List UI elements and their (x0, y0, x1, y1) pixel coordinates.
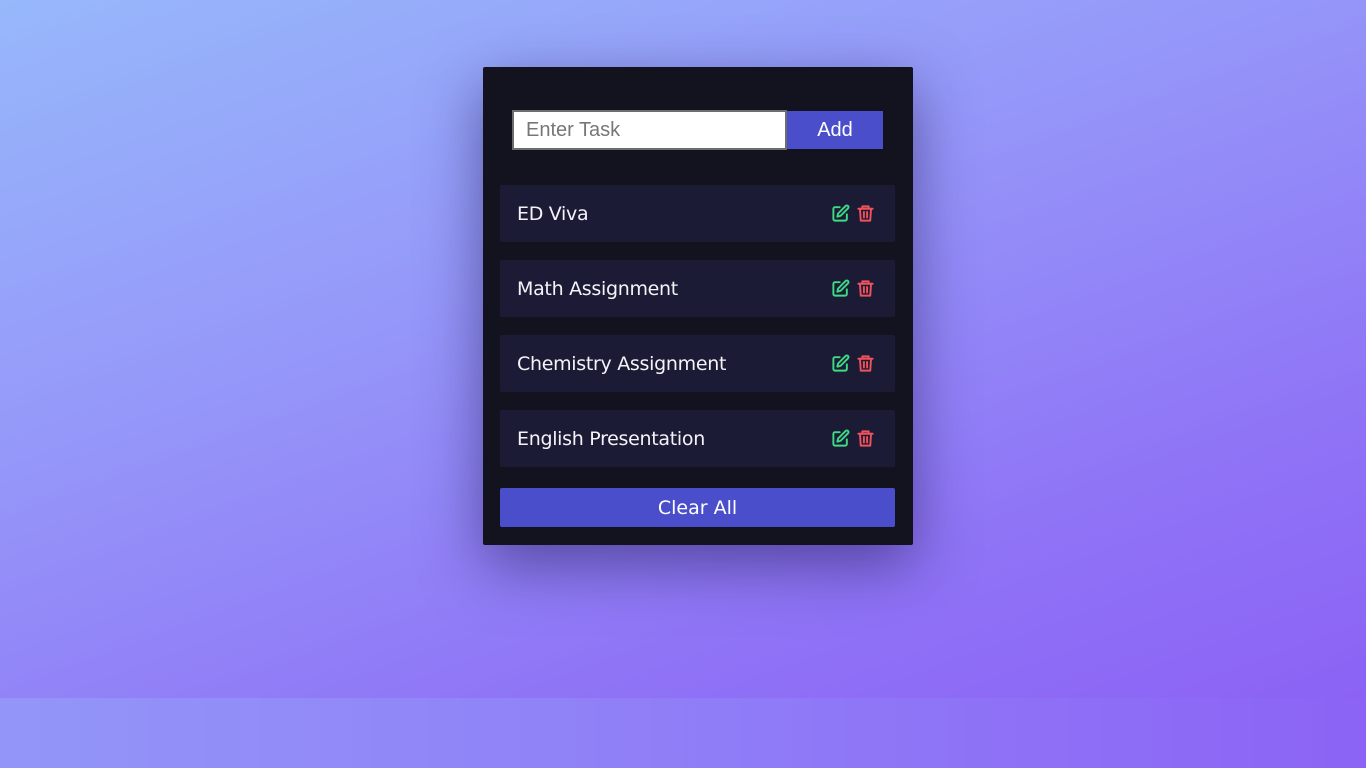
task-item: English Presentation (500, 410, 895, 467)
edit-icon[interactable] (831, 279, 850, 298)
trash-icon[interactable] (856, 279, 875, 298)
task-item: Math Assignment (500, 260, 895, 317)
add-button[interactable]: Add (787, 111, 883, 149)
task-label: Math Assignment (517, 277, 678, 300)
task-label: English Presentation (517, 427, 705, 450)
task-list: ED Viva Math Assignment Chemistry Assign… (500, 185, 895, 485)
edit-icon[interactable] (831, 429, 850, 448)
task-input-row: Add (512, 110, 883, 150)
trash-icon[interactable] (856, 204, 875, 223)
task-actions (831, 279, 875, 298)
task-actions (831, 429, 875, 448)
task-input[interactable] (512, 110, 787, 150)
page-background-footer (0, 698, 1366, 768)
edit-icon[interactable] (831, 354, 850, 373)
task-actions (831, 354, 875, 373)
task-label: Chemistry Assignment (517, 352, 727, 375)
todo-card: Add ED Viva Math Assignment (483, 67, 913, 545)
trash-icon[interactable] (856, 429, 875, 448)
task-actions (831, 204, 875, 223)
trash-icon[interactable] (856, 354, 875, 373)
clear-all-button[interactable]: Clear All (500, 488, 895, 527)
edit-icon[interactable] (831, 204, 850, 223)
task-item: Chemistry Assignment (500, 335, 895, 392)
task-item: ED Viva (500, 185, 895, 242)
task-label: ED Viva (517, 202, 589, 225)
